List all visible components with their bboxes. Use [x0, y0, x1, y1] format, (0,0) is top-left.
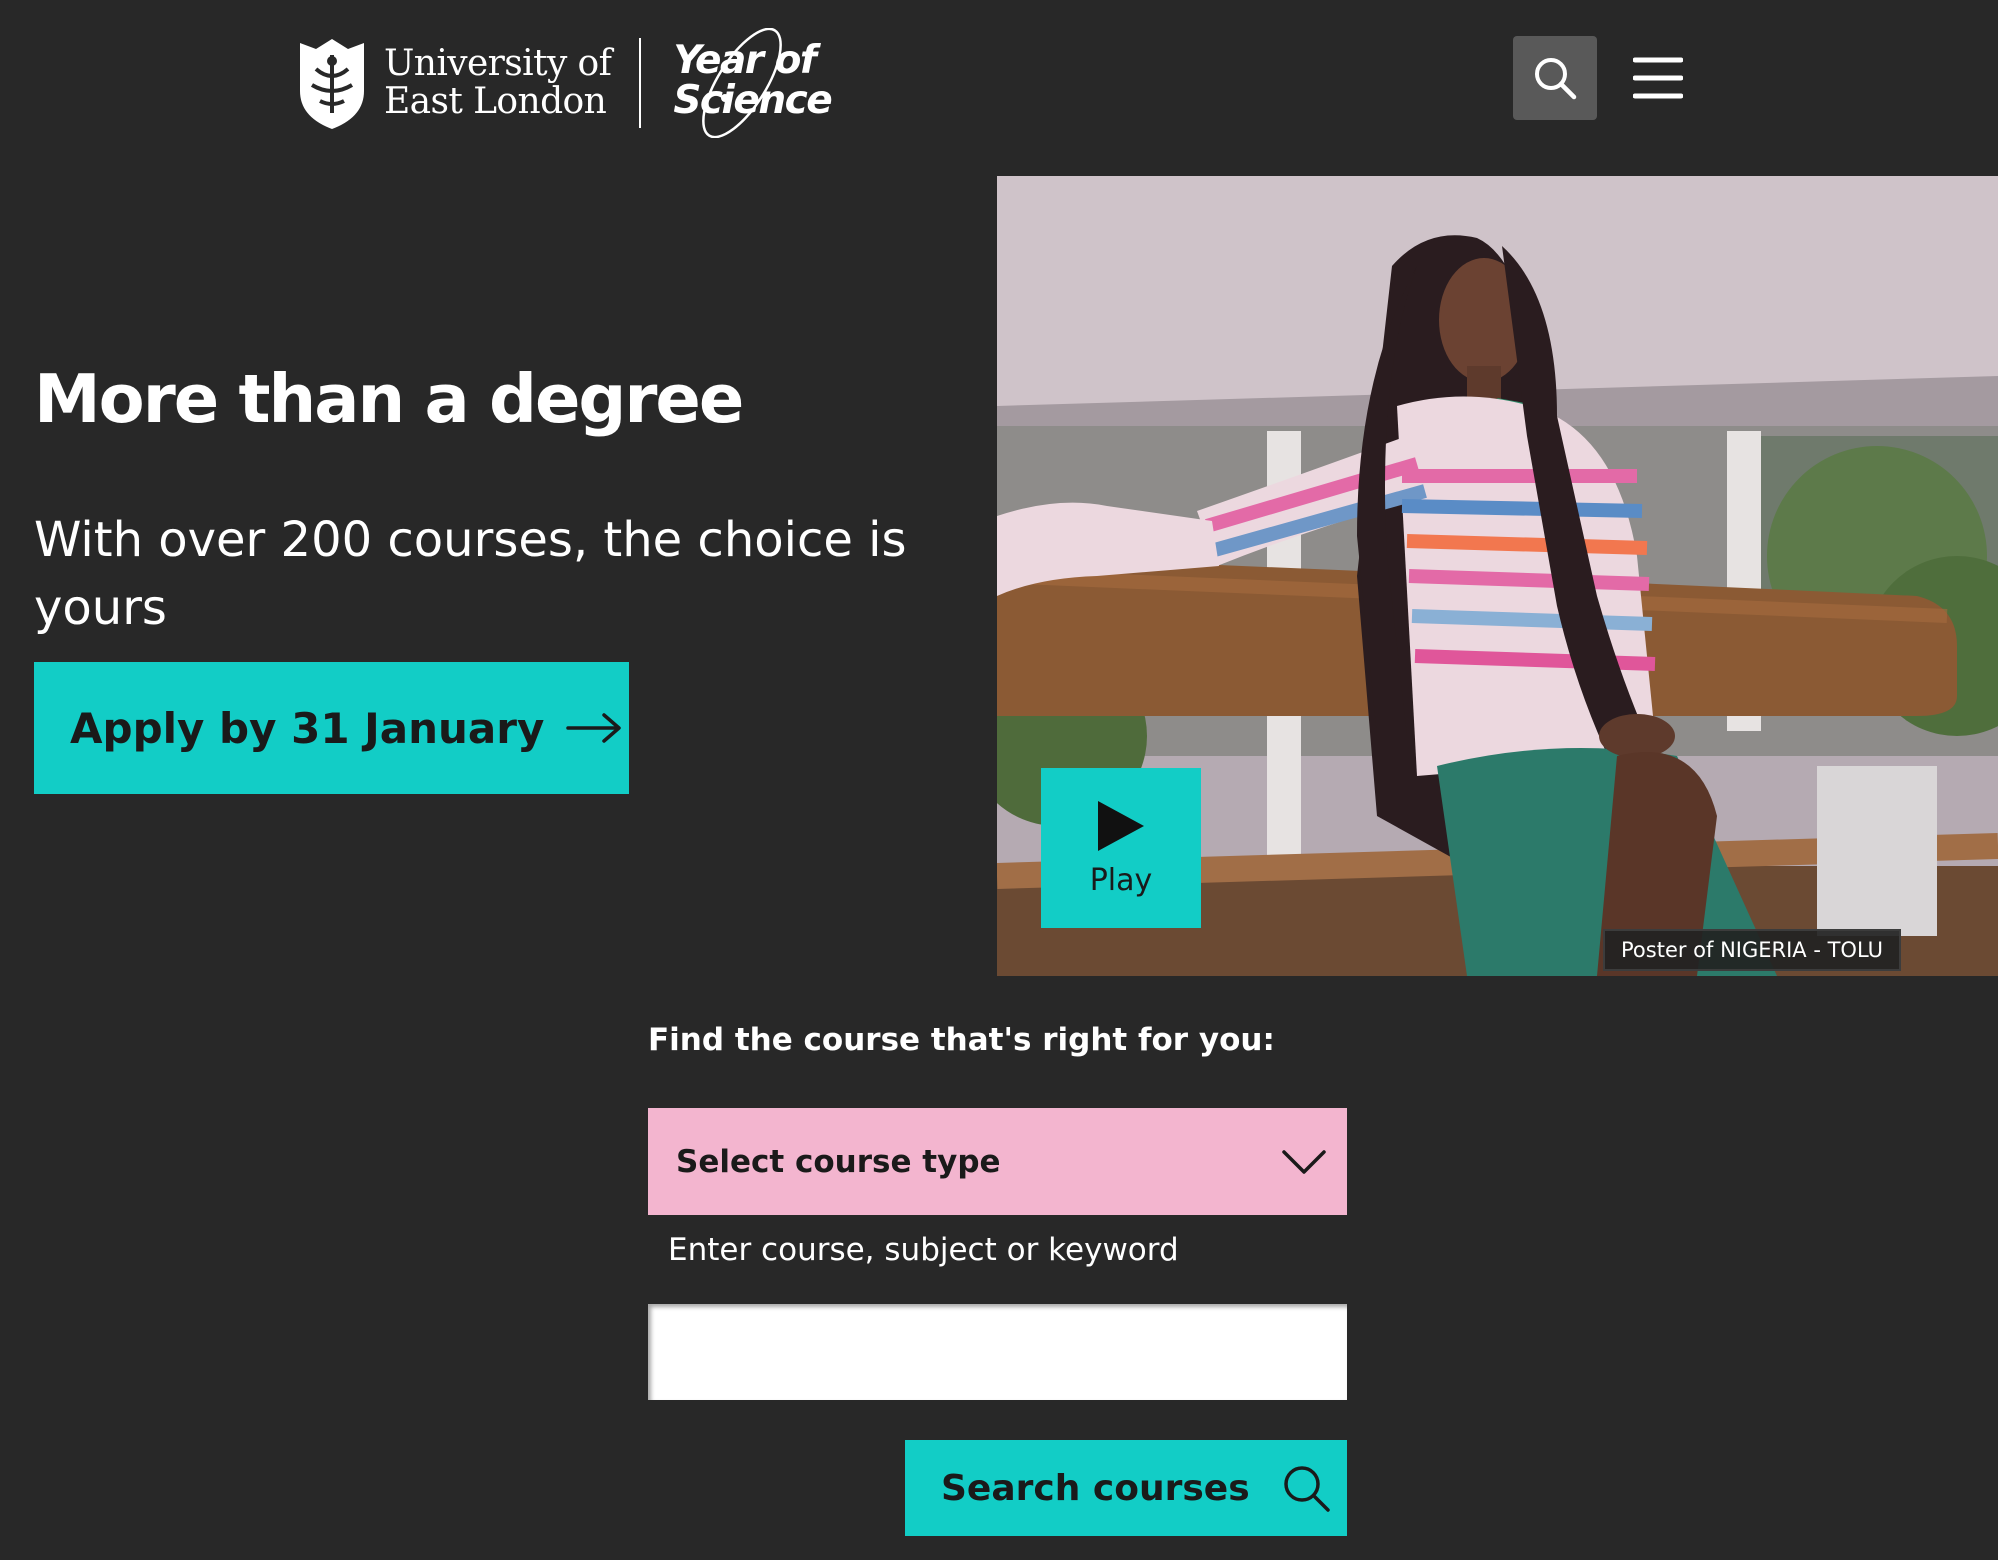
search-icon [1535, 58, 1577, 100]
poster-caption: Poster of NIGERIA - TOLU [1603, 929, 1901, 971]
logo-divider [639, 38, 642, 128]
hamburger-menu-icon [1633, 57, 1683, 99]
hero-title: More than a degree [34, 360, 744, 438]
year-of-science-logo: Year of Science [667, 28, 833, 138]
search-icon [1283, 1466, 1330, 1512]
course-finder-heading: Find the course that's right for you: [648, 1022, 1275, 1058]
play-icon [1098, 800, 1144, 851]
uel-crest-icon [300, 39, 364, 129]
chevron-down-icon [1282, 1149, 1326, 1174]
keyword-search-input[interactable] [648, 1304, 1347, 1400]
header-search-button[interactable] [1513, 36, 1597, 120]
hero-subtitle: With over 200 courses, the choice is you… [34, 512, 907, 636]
header-menu-button[interactable] [1628, 36, 1688, 120]
course-type-selected-value: Select course type [676, 1143, 1001, 1180]
hero-video[interactable]: Play Poster of NIGERIA - TOLU [997, 176, 1998, 976]
play-label: Play [1089, 862, 1153, 898]
video-play-button[interactable]: Play [1041, 768, 1201, 928]
course-type-select[interactable]: Select course type [648, 1108, 1347, 1215]
apply-button-label: Apply by 31 January [70, 703, 545, 753]
university-name-line1: University of [384, 43, 612, 84]
search-courses-button[interactable]: Search courses [905, 1440, 1347, 1536]
search-courses-label: Search courses [941, 1467, 1250, 1509]
arrow-right-icon [566, 713, 622, 743]
university-name-line2: East London [384, 81, 607, 122]
keyword-field-label: Enter course, subject or keyword [668, 1232, 1179, 1268]
campaign-line2: Science [673, 78, 832, 123]
apply-button[interactable]: Apply by 31 January [34, 662, 629, 794]
campaign-line1: Year of [673, 38, 817, 83]
university-name: University of East London [384, 43, 612, 122]
uel-logo-link[interactable]: University of East London Year of Scienc… [294, 28, 833, 138]
